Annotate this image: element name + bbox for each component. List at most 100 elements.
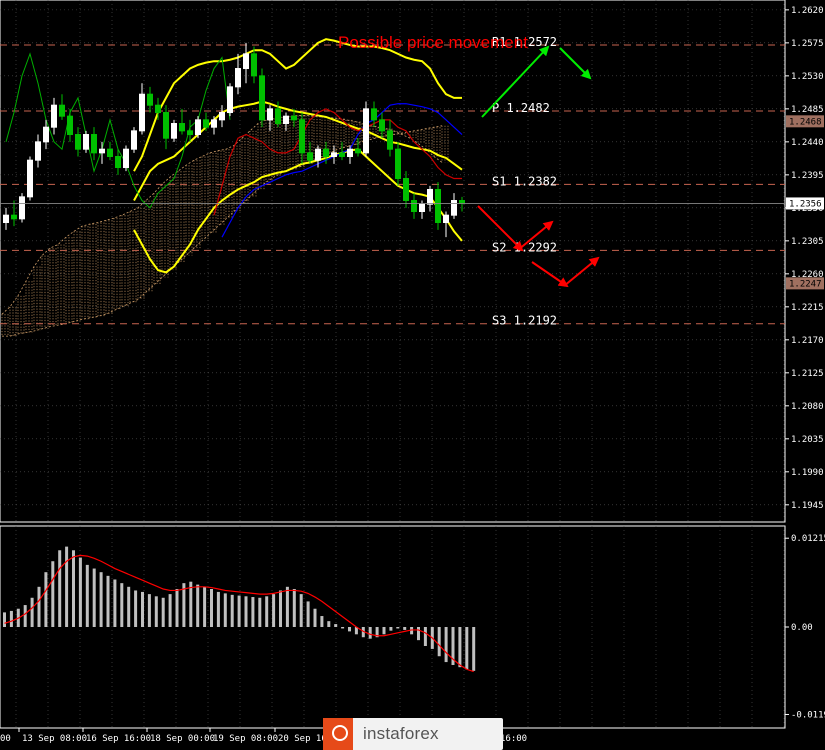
price-tick-label: 1.2620 — [791, 6, 824, 16]
candle-body — [19, 196, 25, 220]
macd-bar — [382, 627, 386, 635]
macd-bar — [396, 627, 400, 629]
price-tag: 1.2468 — [789, 117, 822, 127]
level-label-p: P 1.2482 — [492, 101, 550, 115]
macd-bar — [113, 579, 117, 627]
level-label-s1: S1 1.2382 — [492, 174, 557, 188]
macd-bar — [244, 596, 248, 627]
candle-body — [107, 148, 113, 158]
candle-body — [419, 203, 425, 213]
macd-bar — [127, 586, 131, 627]
macd-bar — [444, 627, 448, 663]
macd-bar — [437, 627, 441, 657]
candle-body — [11, 214, 17, 220]
macd-bar — [51, 561, 55, 627]
candle-body — [275, 108, 281, 125]
macd-bar — [154, 596, 158, 627]
instaforex-logo[interactable]: instaforex — [323, 718, 503, 750]
level-label-s2: S2 1.2292 — [492, 240, 557, 254]
candle-body — [163, 112, 169, 139]
candle-body — [379, 119, 385, 132]
candle-body — [291, 115, 297, 121]
level-label-s3: S3 1.2192 — [492, 314, 557, 328]
candle-body — [355, 148, 361, 154]
chart-title: Possible price movement — [338, 33, 528, 52]
macd-bar — [292, 589, 296, 627]
chart-grid — [0, 0, 786, 729]
macd-bar — [85, 564, 89, 627]
macd-bar — [341, 627, 345, 629]
candle-body — [195, 119, 201, 136]
macd-bar — [265, 596, 269, 627]
macd-bar — [72, 550, 75, 627]
candle-body — [387, 130, 393, 150]
price-tick-label: 1.2170 — [791, 336, 824, 346]
candle-body — [283, 115, 289, 125]
macd-bar — [423, 627, 427, 646]
candle-body — [259, 75, 265, 121]
current-price-tag: 1.2356 — [789, 199, 822, 209]
macd-bar — [251, 597, 255, 627]
candle-body — [139, 93, 145, 132]
candle-body — [35, 141, 41, 161]
candle-body — [307, 152, 313, 161]
candle-body — [99, 148, 105, 154]
macd-bar — [78, 557, 82, 627]
price-tick-label: 1.2575 — [791, 39, 824, 49]
macd-tick-label: -0.01197 — [791, 710, 825, 720]
candle-body — [187, 130, 193, 136]
macd-bar — [465, 627, 469, 670]
candle-body — [59, 104, 65, 117]
macd-bar — [285, 586, 289, 627]
macd-bar — [417, 627, 420, 641]
macd-bar — [223, 593, 227, 627]
time-label-partial: 00 — [0, 734, 11, 744]
candle-body — [451, 200, 457, 216]
time-label: 18 Sep 00:00 — [150, 734, 215, 744]
candle-body — [91, 134, 97, 154]
logo-text: instaforex — [363, 724, 439, 743]
candle-body — [443, 214, 449, 224]
macd-bar — [65, 546, 69, 627]
candle-body — [131, 130, 137, 150]
macd-bar — [189, 581, 193, 627]
candle-body — [323, 148, 329, 158]
candle-body — [67, 115, 73, 136]
macd-bar — [299, 594, 303, 627]
macd-bar — [216, 591, 220, 627]
macd-bar — [279, 590, 282, 627]
candle-body — [315, 148, 321, 161]
price-tick-label: 1.2215 — [791, 303, 824, 313]
candle-body — [299, 119, 305, 154]
macd-bar — [368, 627, 372, 639]
candle-body — [331, 152, 337, 158]
price-tick-label: 1.1945 — [791, 501, 824, 511]
macd-bar — [147, 594, 151, 627]
macd-bar — [175, 589, 179, 627]
price-tick-label: 1.2035 — [791, 435, 824, 445]
macd-bar — [313, 608, 317, 627]
candle-body — [371, 108, 377, 121]
candle-body — [339, 152, 345, 158]
macd-bar — [348, 627, 351, 632]
candle-body — [251, 53, 257, 77]
candle-body — [3, 214, 9, 224]
candle-body — [347, 148, 353, 158]
macd-bar — [203, 586, 207, 627]
candle-body — [243, 53, 249, 70]
candle-body — [395, 148, 401, 180]
price-tick-label: 1.2305 — [791, 237, 824, 247]
price-tick-label: 1.2440 — [791, 138, 824, 148]
macd-bar — [237, 595, 241, 627]
time-label: 16 Sep 16:00 — [86, 734, 151, 744]
macd-bar — [9, 610, 13, 627]
macd-bar — [320, 616, 324, 627]
price-tag: 1.2247 — [789, 279, 822, 289]
candle-body — [203, 119, 209, 128]
macd-bar — [272, 594, 276, 627]
macd-bar — [30, 597, 34, 627]
macd-bar — [44, 572, 48, 627]
candle-body — [403, 178, 409, 202]
macd-bar — [230, 594, 234, 627]
macd-bar — [37, 586, 41, 627]
